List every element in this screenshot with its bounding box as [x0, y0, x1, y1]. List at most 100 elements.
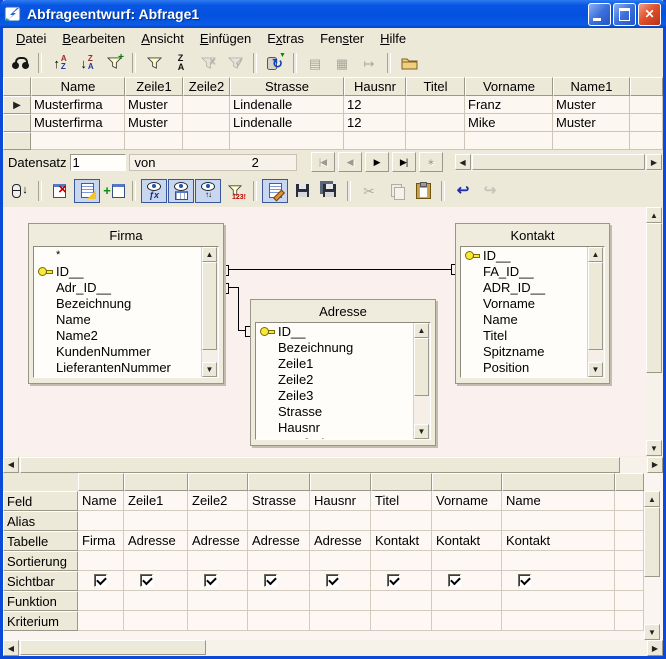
scroll-track[interactable]: [19, 457, 647, 473]
field-row[interactable]: Postfach: [256, 435, 413, 439]
scroll-thumb[interactable]: [472, 154, 645, 170]
column-header-titel[interactable]: Titel: [406, 77, 465, 96]
show-table-names-button[interactable]: [168, 179, 194, 203]
table-title[interactable]: Kontakt: [456, 224, 609, 246]
add-table-button[interactable]: +: [101, 179, 127, 203]
qg-cell[interactable]: [188, 591, 248, 611]
menu-ansicht[interactable]: Ansicht: [133, 29, 192, 48]
qg-cell[interactable]: Zeile1: [124, 491, 188, 511]
qg-cell[interactable]: [371, 551, 432, 571]
qg-cell[interactable]: [432, 591, 502, 611]
field-row[interactable]: Position: [461, 359, 587, 375]
field-row[interactable]: KundenNummer: [34, 343, 201, 359]
qg-cell[interactable]: [432, 551, 502, 571]
menu-bearbeiten[interactable]: Bearbeiten: [54, 29, 133, 48]
first-record-button[interactable]: |◀: [311, 152, 335, 172]
sort-dialog-button[interactable]: ZA: [168, 51, 194, 75]
qg-cell[interactable]: [78, 511, 124, 531]
scroll-left-icon[interactable]: ◀: [3, 640, 19, 656]
sort-ascending-button[interactable]: ↑AZ: [47, 51, 73, 75]
grid-cell[interactable]: Lindenalle: [230, 114, 344, 132]
apply-filter-button[interactable]: [222, 51, 248, 75]
redo-button[interactable]: ↪: [477, 179, 503, 203]
field-row[interactable]: Bezeichnung: [34, 295, 201, 311]
field-row[interactable]: Zeile2: [256, 371, 413, 387]
grid-cell[interactable]: 12: [344, 114, 406, 132]
qg-cell[interactable]: [124, 511, 188, 531]
maximize-button[interactable]: [613, 3, 636, 26]
qg-column-header[interactable]: [124, 473, 188, 491]
group-values-button[interactable]: 123!: [222, 179, 248, 203]
field-row[interactable]: *: [34, 247, 201, 263]
field-list-scrollbar[interactable]: ▲ ▼: [587, 247, 604, 377]
qg-cell[interactable]: [248, 611, 310, 631]
sichtbar-checkbox[interactable]: [387, 574, 400, 587]
grid-cell[interactable]: Musterfirma: [31, 96, 125, 114]
qg-cell[interactable]: [188, 511, 248, 531]
copy-button[interactable]: [383, 179, 409, 203]
grid-cell[interactable]: Muster: [553, 114, 630, 132]
filter-button[interactable]: [141, 51, 167, 75]
edit-form-button[interactable]: ▤: [302, 51, 328, 75]
post-data-button[interactable]: ↓: [7, 179, 33, 203]
scroll-down-icon[interactable]: ▼: [414, 424, 429, 439]
field-row[interactable]: ID__: [256, 323, 413, 339]
sichtbar-checkbox[interactable]: [326, 574, 339, 587]
scroll-up-icon[interactable]: ▲: [646, 207, 662, 223]
open-folder-button[interactable]: [396, 51, 422, 75]
grid-cell[interactable]: [406, 114, 465, 132]
field-row[interactable]: ID__: [34, 263, 201, 279]
grid-cell[interactable]: Lindenalle: [230, 96, 344, 114]
row-selector[interactable]: [3, 114, 31, 132]
column-header-strasse[interactable]: Strasse: [230, 77, 344, 96]
next-record-button[interactable]: ▶: [365, 152, 389, 172]
column-header-vorname[interactable]: Vorname: [465, 77, 553, 96]
column-header-zeile2[interactable]: Zeile2: [183, 77, 230, 96]
table-box-adresse[interactable]: Adresse ID__ Bezeichnung Zeile1 Zeile2 Z…: [250, 299, 436, 446]
field-row[interactable]: Vorname: [461, 295, 587, 311]
sichtbar-checkbox[interactable]: [204, 574, 217, 587]
grid-cell[interactable]: Mike: [465, 114, 553, 132]
result-grid-hscrollbar[interactable]: ◀ ▶: [455, 154, 662, 171]
qg-cell[interactable]: [78, 591, 124, 611]
query-grid-hscrollbar[interactable]: ◀ ▶: [3, 640, 663, 656]
qg-cell[interactable]: [248, 551, 310, 571]
column-header-hausnr[interactable]: Hausnr: [344, 77, 406, 96]
scroll-track[interactable]: [471, 154, 646, 170]
scroll-right-icon[interactable]: ▶: [646, 154, 662, 170]
scroll-up-icon[interactable]: ▲: [588, 247, 603, 262]
qg-cell[interactable]: [502, 591, 615, 611]
field-row[interactable]: Strasse: [256, 403, 413, 419]
field-row[interactable]: Bezeichnung: [256, 339, 413, 355]
qg-cell[interactable]: [310, 551, 371, 571]
qg-cell[interactable]: [432, 611, 502, 631]
grid-cell[interactable]: Muster: [125, 96, 183, 114]
minimize-button[interactable]: [588, 3, 611, 26]
field-row[interactable]: Hausnr: [256, 419, 413, 435]
scroll-thumb[interactable]: [20, 457, 620, 473]
scroll-down-icon[interactable]: ▼: [588, 362, 603, 377]
qg-cell[interactable]: [188, 611, 248, 631]
close-button[interactable]: ✕: [638, 3, 661, 26]
table-box-kontakt[interactable]: Kontakt ID__ FA_ID__ ADR_ID__ Vorname Na…: [455, 223, 610, 384]
qg-column-header[interactable]: [432, 473, 502, 491]
qg-cell[interactable]: Strasse: [248, 491, 310, 511]
grid-cell[interactable]: Franz: [465, 96, 553, 114]
field-row[interactable]: Titel: [461, 327, 587, 343]
scroll-up-icon[interactable]: ▲: [644, 491, 660, 507]
qg-cell[interactable]: [78, 611, 124, 631]
add-filter-button[interactable]: +: [101, 51, 127, 75]
save-button[interactable]: [289, 179, 315, 203]
remove-filter-button[interactable]: [195, 51, 221, 75]
sichtbar-checkbox[interactable]: [448, 574, 461, 587]
table-title[interactable]: Firma: [29, 224, 223, 246]
qg-column-header[interactable]: [502, 473, 615, 491]
column-header-zeile1[interactable]: Zeile1: [125, 77, 183, 96]
qg-cell[interactable]: [310, 511, 371, 531]
scroll-right-icon[interactable]: ▶: [647, 640, 663, 656]
scroll-left-icon[interactable]: ◀: [455, 154, 471, 170]
record-number-input[interactable]: [70, 154, 126, 171]
show-functions-button[interactable]: ƒx: [141, 179, 167, 203]
grid-cell[interactable]: [183, 96, 230, 114]
field-row[interactable]: Spitzname: [461, 343, 587, 359]
